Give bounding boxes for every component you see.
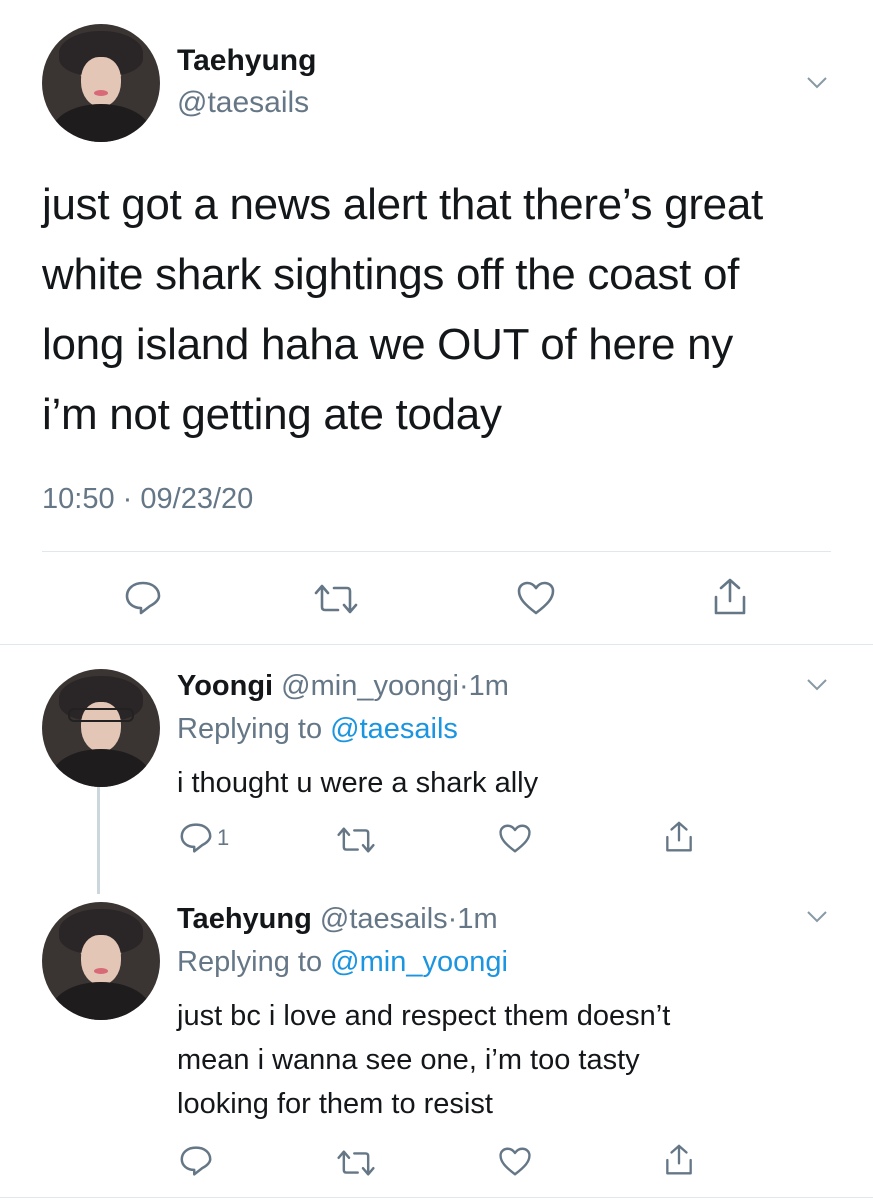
heart-icon: [499, 1147, 531, 1176]
tweet-text-line: long island haha we OUT of here ny: [42, 320, 733, 369]
like-button[interactable]: [516, 580, 556, 616]
tweet-text-line: i’m not getting ate today: [42, 390, 502, 439]
reply-icon: [125, 581, 161, 615]
reply-text: just bc i love and respect them doesn’t …: [177, 994, 827, 1126]
handle[interactable]: @taesails: [320, 903, 448, 935]
display-name[interactable]: Taehyung: [177, 44, 316, 78]
reply-text-line: i thought u were a shark ally: [177, 767, 539, 799]
chevron-down-icon[interactable]: [806, 76, 828, 90]
handle[interactable]: @min_yoongi: [281, 670, 459, 702]
reply-text-line: looking for them to resist: [177, 1088, 493, 1120]
reply-text-line: mean i wanna see one, i’m too tasty: [177, 1044, 640, 1076]
share-icon: [666, 1144, 692, 1175]
divider: [42, 551, 831, 552]
share-icon: [714, 578, 746, 615]
retweet-button[interactable]: [336, 1149, 376, 1177]
share-button[interactable]: [712, 577, 748, 617]
replying-to-link[interactable]: @min_yoongi: [330, 946, 508, 978]
retweet-button[interactable]: [313, 583, 359, 615]
retweet-button[interactable]: [336, 826, 376, 854]
retweet-icon: [314, 584, 358, 614]
replying-to-label: Replying to: [177, 946, 323, 978]
reply-icon: [180, 1146, 212, 1176]
reply-button[interactable]: [124, 580, 162, 616]
tweet-text: just got a news alert that there’s great…: [42, 170, 842, 450]
avatar[interactable]: [42, 669, 160, 787]
divider: [0, 1197, 873, 1198]
reply-icon: [180, 823, 212, 853]
display-name[interactable]: Yoongi: [177, 670, 273, 702]
chevron-down-icon[interactable]: [806, 678, 828, 692]
like-button[interactable]: [498, 823, 532, 854]
share-icon: [666, 821, 692, 852]
reply-count: 1: [217, 825, 230, 850]
reply-time[interactable]: 1m: [469, 670, 509, 702]
retweet-icon: [337, 827, 375, 853]
reply-button[interactable]: 1: [179, 822, 229, 854]
date-separator: ·: [122, 483, 133, 515]
retweet-icon: [337, 1150, 375, 1176]
display-name[interactable]: Taehyung: [177, 903, 312, 935]
tweet-text-line: white shark sightings off the coast of: [42, 250, 740, 299]
reply-button[interactable]: [179, 1145, 213, 1177]
time-separator: ·: [458, 670, 469, 702]
replying-to-label: Replying to: [177, 713, 323, 745]
tweet-time: 10:50: [42, 483, 115, 515]
chevron-down-icon[interactable]: [806, 910, 828, 924]
tweet-date: 09/23/20: [140, 483, 254, 515]
heart-icon: [517, 581, 555, 615]
reply-text-line: just bc i love and respect them doesn’t: [177, 1000, 671, 1032]
share-button[interactable]: [664, 820, 694, 854]
heart-icon: [499, 824, 531, 853]
divider: [0, 644, 873, 645]
thread-connector: [97, 787, 100, 894]
reply-time[interactable]: 1m: [457, 903, 497, 935]
tweet-text-line: just got a news alert that there’s great: [42, 180, 763, 229]
share-button[interactable]: [664, 1143, 694, 1177]
avatar[interactable]: [42, 24, 160, 142]
avatar[interactable]: [42, 902, 160, 1020]
reply-text: i thought u were a shark ally: [177, 761, 817, 805]
replying-to-link[interactable]: @taesails: [330, 713, 458, 745]
like-button[interactable]: [498, 1146, 532, 1177]
handle[interactable]: @taesails: [177, 86, 309, 120]
time-separator: ·: [447, 903, 458, 935]
tweet-timestamp[interactable]: 10:50 · 09/23/20: [42, 483, 253, 516]
